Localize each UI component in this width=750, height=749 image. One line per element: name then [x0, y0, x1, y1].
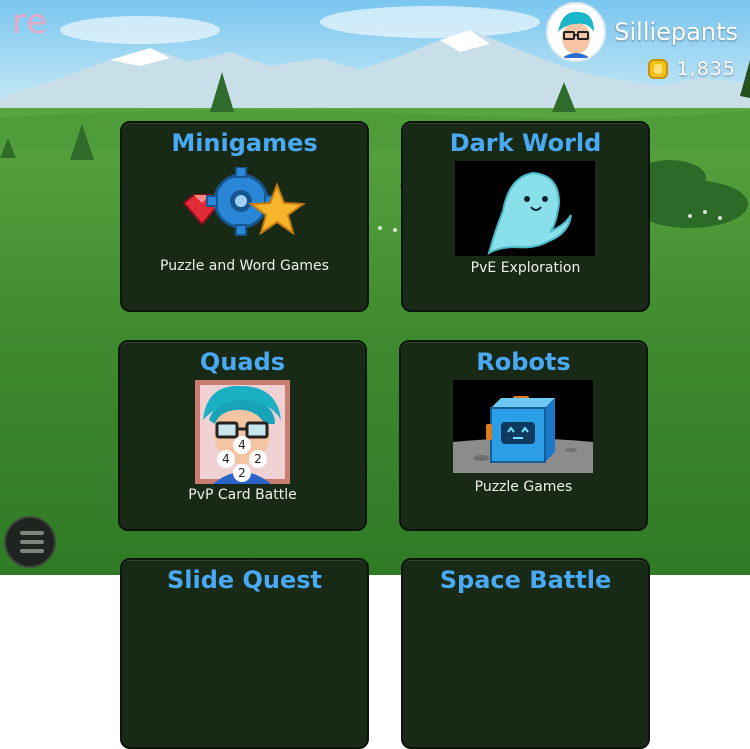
- menu-button[interactable]: [4, 516, 56, 568]
- card-title: Robots: [476, 348, 571, 376]
- ghost-icon: [455, 161, 595, 256]
- quads-number-right: 2: [249, 450, 267, 468]
- robots-art: [453, 380, 593, 473]
- avatar[interactable]: [546, 2, 607, 62]
- card-subtitle: Puzzle Games: [474, 479, 573, 495]
- card-quads[interactable]: Quads 4 4 2 2 PvP Card Battle: [118, 340, 367, 531]
- username[interactable]: Silliepants: [614, 18, 738, 46]
- quads-number-top: 4: [233, 436, 251, 454]
- card-subtitle: Puzzle and Word Games: [160, 258, 329, 274]
- site-logo[interactable]: re: [12, 2, 48, 42]
- card-minigames[interactable]: Minigames Puzzle and Word Games: [120, 121, 369, 312]
- coin-icon: [647, 59, 668, 79]
- user-profile[interactable]: Silliepants: [546, 2, 738, 62]
- coin-count: 1,835: [676, 58, 736, 80]
- card-title: Dark World: [449, 129, 602, 157]
- card-subtitle: PvE Exploration: [470, 260, 581, 276]
- robot-icon: [453, 380, 593, 473]
- card-title: Space Battle: [439, 566, 612, 594]
- card-robots[interactable]: Robots Puzzle Games: [399, 340, 648, 531]
- card-title: Slide Quest: [166, 566, 323, 594]
- minigames-art: [177, 167, 312, 245]
- dark-world-art: [455, 161, 595, 256]
- card-dark-world[interactable]: Dark World PvE Exploration: [401, 121, 650, 312]
- quads-number-left: 4: [217, 450, 235, 468]
- quads-art: 4 4 2 2: [195, 380, 290, 484]
- quads-number-bottom: 2: [233, 464, 251, 482]
- gem-gear-star-icon: [182, 167, 306, 236]
- card-slide-quest[interactable]: Slide Quest: [120, 558, 369, 749]
- card-subtitle: PvP Card Battle: [188, 487, 297, 503]
- card-space-battle[interactable]: Space Battle: [401, 558, 650, 749]
- avatar-icon: [548, 4, 605, 60]
- card-title: Minigames: [171, 129, 318, 157]
- card-title: Quads: [199, 348, 286, 376]
- coin-balance: 1,835: [647, 58, 736, 80]
